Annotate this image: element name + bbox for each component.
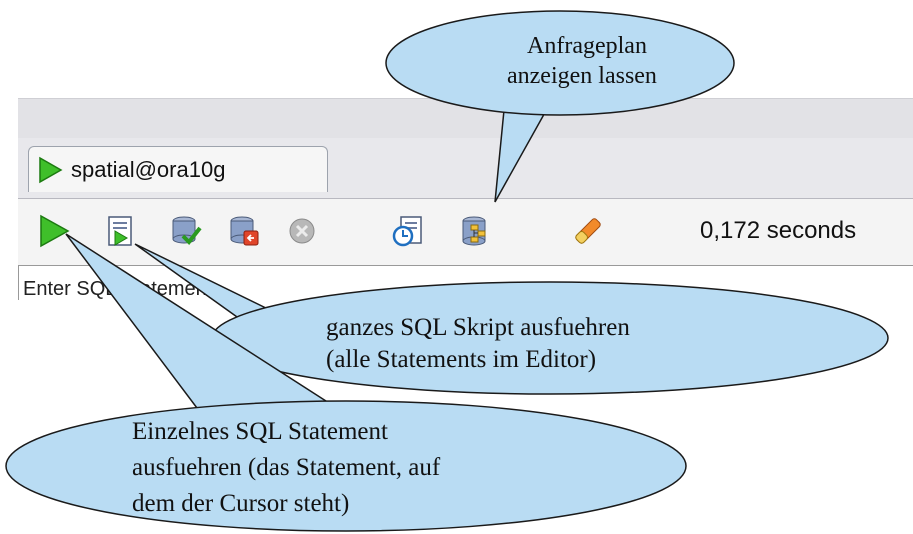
commit-icon xyxy=(172,216,202,246)
explain-plan-button[interactable] xyxy=(456,211,496,251)
worksheet-toolbar: 0,172 seconds xyxy=(18,199,913,265)
sql-editor-area[interactable]: Enter SQL Statement: xyxy=(18,265,913,300)
commit-button[interactable] xyxy=(166,211,206,251)
callout-statement-bubble xyxy=(5,400,687,532)
clear-button[interactable] xyxy=(568,211,608,251)
explain-plan-icon xyxy=(462,216,486,246)
callout-statement-line2: ausfuehren (das Statement, auf xyxy=(132,454,441,481)
cancel-icon xyxy=(289,218,315,244)
clear-icon xyxy=(575,218,601,244)
rollback-icon xyxy=(230,216,259,246)
callout-plan-line1: Anfrageplan xyxy=(527,33,647,59)
sql-history-icon xyxy=(392,216,422,247)
rollback-button[interactable] xyxy=(224,211,264,251)
callout-script-line2: (alle Statements im Editor) xyxy=(326,346,597,373)
elapsed-time: 0,172 seconds xyxy=(700,217,857,244)
callout-plan-line2: anzeigen lassen xyxy=(507,63,657,89)
connection-tab-label: spatial@ora10g xyxy=(71,156,226,182)
sql-history-button[interactable] xyxy=(388,211,428,251)
connection-tab[interactable]: spatial@ora10g xyxy=(28,146,328,192)
callout-statement-line3: dem der Cursor steht) xyxy=(132,490,350,517)
callout-script-line1: ganzes SQL Skript ausfuehren xyxy=(326,314,630,341)
run-script-icon xyxy=(108,216,132,246)
run-script-button[interactable] xyxy=(100,211,140,251)
callout-statement-line1: Einzelnes SQL Statement xyxy=(132,418,388,445)
editor-label: Enter SQL Statement: xyxy=(23,278,218,300)
cancel-button[interactable] xyxy=(282,211,322,251)
run-statement-button[interactable] xyxy=(34,211,74,251)
run-statement-icon xyxy=(40,214,70,248)
top-strip xyxy=(18,98,913,139)
connection-play-icon xyxy=(39,156,63,183)
editor-tabbar: spatial@ora10g xyxy=(18,138,913,199)
